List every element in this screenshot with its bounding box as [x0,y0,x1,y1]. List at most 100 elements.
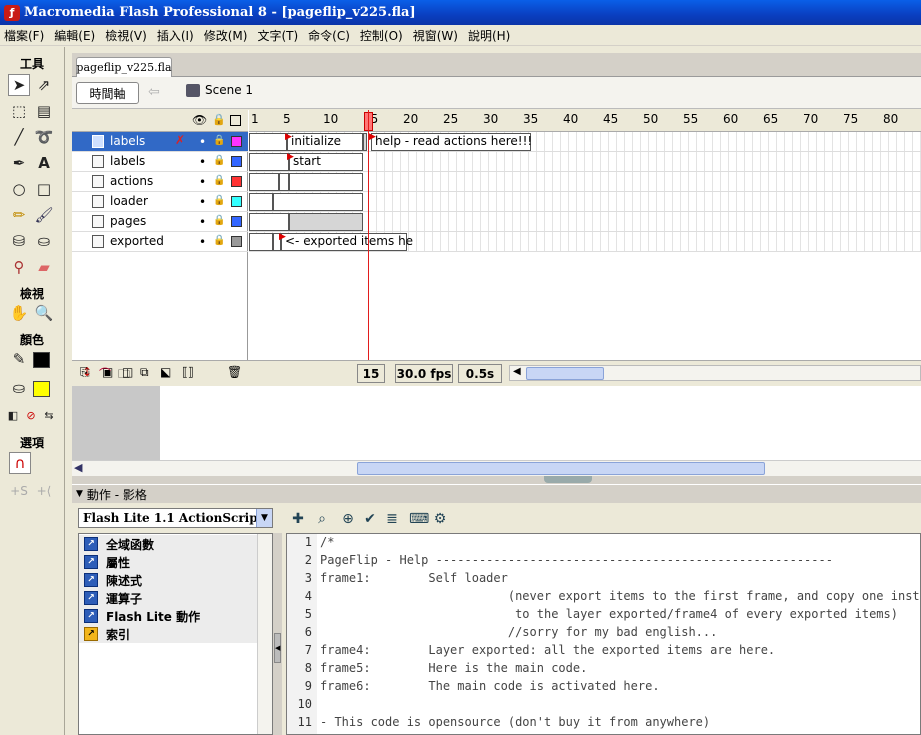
toolbox-item[interactable]: ↗ 運算子 [79,589,257,607]
lock-icon[interactable]: 🔒 [213,155,225,166]
lock-icon[interactable]: 🔒 [213,195,225,206]
rectangle-tool-icon[interactable]: □ [33,178,55,200]
toolbox-item[interactable]: ↗ 屬性 [79,553,257,571]
straighten-icon[interactable]: +⟨ [33,480,55,502]
paint-bucket-icon[interactable]: ⛀ [33,230,55,252]
layer-row[interactable]: labels • 🔒 [72,152,248,172]
back-arrow-icon[interactable]: ⇦ [148,84,160,100]
chevron-down-icon[interactable]: ▼ [256,509,272,527]
frame-span[interactable] [249,133,287,151]
layer-row[interactable]: pages • 🔒 [72,212,248,232]
timeline-scrollbar[interactable]: ◀ [509,365,921,381]
frame-span[interactable] [249,213,289,231]
frame-row[interactable] [249,192,921,212]
code-line[interactable]: 11 - This code is opensource (don't buy i… [287,715,920,733]
frame-span[interactable] [249,153,289,171]
lock-icon[interactable]: 🔒 [212,113,226,126]
scroll-left-icon[interactable]: ◀ [513,366,521,377]
pencil-tool-icon[interactable]: ✏ [8,204,30,226]
scene-breadcrumb[interactable]: Scene 1 [186,83,253,97]
code-line[interactable]: 5 to the layer exported/frame4 of every … [287,607,920,625]
frame-span[interactable] [289,213,363,231]
snap-magnet-icon[interactable]: ∩ [9,452,31,474]
frame-span[interactable] [279,173,289,191]
collapse-toolbox-icon[interactable]: ◀ [274,633,281,663]
document-tab[interactable]: pageflip_v225.fla [76,57,172,77]
visibility-dot[interactable]: • [199,215,206,229]
layer-row[interactable]: loader • 🔒 [72,192,248,212]
frame-ruler[interactable]: 15101520253035404550556065707580 [249,110,921,132]
auto-format-icon[interactable]: ≣ [383,510,401,528]
code-line[interactable]: 9 frame6: The main code is activated here… [287,679,920,697]
add-motion-guide-icon[interactable]: ⌒ [99,365,111,382]
script-editor[interactable]: 1 /* 2 PageFlip - Help --------------------… [286,533,921,735]
ink-bottle-icon[interactable]: ⛁ [8,230,30,252]
frame-span[interactable] [363,133,367,151]
layer-outline-color[interactable] [231,176,242,187]
menu-insert[interactable]: 插入(I) [157,27,194,44]
visibility-dot[interactable]: • [199,135,206,149]
frame-span[interactable] [273,193,363,211]
visibility-dot[interactable]: • [199,155,206,169]
eye-icon[interactable]: 👁 [192,113,207,127]
smooth-icon[interactable]: +S [8,480,30,502]
modify-markers-icon[interactable]: ⟦⟧ [182,365,194,379]
free-transform-icon[interactable]: ⬚ [8,100,30,122]
actions-panel-header[interactable]: ▼ 動作 - 影格 [72,484,921,503]
lock-icon[interactable]: 🔒 [213,215,225,226]
frame-row[interactable] [249,152,921,172]
target-path-icon[interactable]: ⊕ [339,510,357,528]
stage-area[interactable] [72,386,921,460]
splitter-grip[interactable] [544,476,592,483]
lock-icon[interactable]: 🔒 [213,135,225,146]
add-folder-icon[interactable]: 🗀 [118,365,130,386]
onion-outline-icon[interactable]: ⧉ [140,365,149,380]
code-line[interactable]: 4 (never export items to the first frame… [287,589,920,607]
pen-tool-icon[interactable]: ✒ [8,152,30,174]
code-line[interactable]: 6 //sorry for my bad english... [287,625,920,643]
menu-edit[interactable]: 編輯(E) [54,27,95,44]
selection-arrow-icon[interactable]: ➤ [8,74,30,96]
layer-outline-color[interactable] [231,156,242,167]
stage-scrollbar[interactable]: ◀ [72,460,921,476]
panel-splitter[interactable] [72,476,921,484]
eraser-icon[interactable]: ▰ [33,256,55,278]
visibility-dot[interactable]: • [199,175,206,189]
scroll-left-icon[interactable]: ◀ [74,461,82,474]
visibility-dot[interactable]: • [199,195,206,209]
code-line[interactable]: 1 /* [287,535,920,553]
code-line[interactable]: 3 frame1: Self loader [287,571,920,589]
menu-modify[interactable]: 修改(M) [204,27,248,44]
code-line[interactable]: 7 frame4: Layer exported: all the exporte… [287,643,920,661]
actionscript-version-select[interactable]: Flash Lite 1.1 ActionScript ▼ [78,508,273,528]
stroke-color-swatch[interactable] [33,352,50,368]
eyedropper-icon[interactable]: ⚲ [8,256,30,278]
fill-color-swatch[interactable] [33,381,50,397]
add-layer-icon[interactable]: ⎘ [80,365,90,380]
frame-row[interactable] [249,212,921,232]
add-item-icon[interactable]: ✚ [289,510,307,528]
layer-row[interactable]: exported • 🔒 [72,232,248,252]
frame-row[interactable] [249,132,921,152]
layer-row[interactable]: labels ✗ • 🔒 [72,132,248,152]
text-tool-icon[interactable]: A [33,152,55,174]
toolbox-item[interactable]: ↗ Flash Lite 動作 [79,607,257,625]
layer-outline-color[interactable] [231,136,242,147]
code-hint-icon[interactable]: ⌨ [409,510,429,528]
frame-span[interactable] [289,173,363,191]
code-line[interactable]: 10 [287,697,920,715]
menu-control[interactable]: 控制(O) [360,27,403,44]
layer-row[interactable]: actions • 🔒 [72,172,248,192]
delete-layer-icon[interactable]: 🗑 [227,365,242,379]
layer-outline-color[interactable] [231,216,242,227]
lock-icon[interactable]: 🔒 [213,175,225,186]
stage-scroll-thumb[interactable] [357,462,765,475]
lock-icon[interactable]: 🔒 [213,235,225,246]
frame-row[interactable] [249,172,921,192]
swap-colors-icon[interactable]: ⇆ [38,404,60,426]
hand-tool-icon[interactable]: ✋ [8,302,30,324]
oval-tool-icon[interactable]: ○ [8,178,30,200]
zoom-tool-icon[interactable]: 🔍 [33,302,55,324]
frame-span[interactable] [249,173,279,191]
find-icon[interactable]: ⌕ [313,510,331,528]
